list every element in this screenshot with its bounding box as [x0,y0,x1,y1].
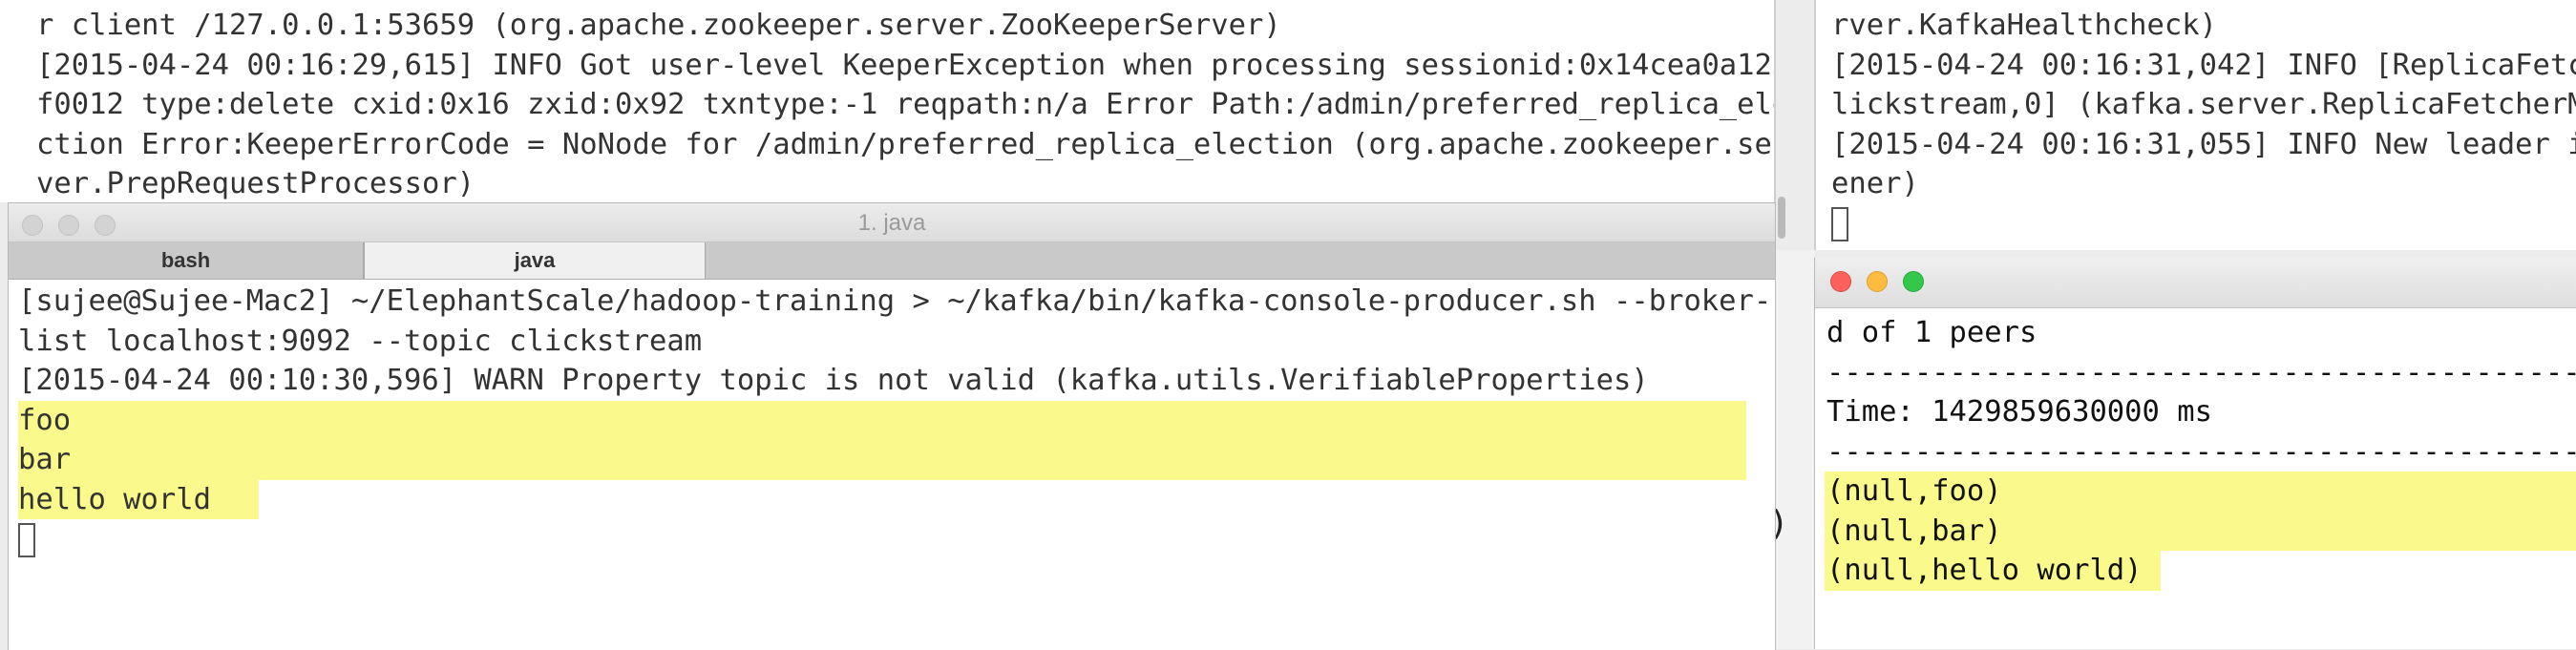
prompt-line [18,519,1771,559]
terminal-output: r client /127.0.0.1:53659 (org.apache.zo… [36,6,1776,202]
terminal-output: d of 1 peers ----------------------------… [1826,313,2576,649]
log-line: ver.PrepRequestProcessor) [36,167,475,200]
separator-line: ----------------------------------------… [1826,434,2576,469]
log-line: r client /127.0.0.1:53659 (org.apache.zo… [36,9,1281,42]
output-record: (null,bar) [1826,514,2002,548]
log-line: rver.KafkaHealthcheck) [1831,9,2217,42]
batch-time: Time: 1429859630000 ms [1826,395,2212,429]
log-line: [2015-04-24 00:16:31,042] INFO [ReplicaF… [1831,48,2576,82]
title-bar[interactable]: 1. java [9,203,1775,242]
command-line: [sujee@Sujee-Mac2] ~/ElephantScale/hadoo… [18,284,1772,318]
input-line: hello world [18,482,211,516]
log-line: [2015-04-24 00:16:31,055] INFO New leade… [1831,127,2576,161]
terminal-window-java[interactable]: 1. java bash java [sujee@Sujee-Mac2] ~/E… [8,202,1776,650]
terminal-body[interactable]: [sujee@Sujee-Mac2] ~/ElephantScale/hadoo… [9,280,1775,650]
title-bar[interactable] [1815,258,2576,308]
terminal-output: [sujee@Sujee-Mac2] ~/ElephantScale/hadoo… [18,282,1771,559]
zoom-button[interactable] [1903,271,1924,292]
terminal-output: rver.KafkaHealthcheck) [2015-04-24 00:16:… [1831,6,2576,243]
separator-line: ----------------------------------------… [1826,630,2576,649]
log-line: d of 1 peers [1826,316,2038,349]
terminal-top-left[interactable]: r client /127.0.0.1:53659 (org.apache.zo… [0,0,1776,202]
output-record: (null,foo) [1826,474,2002,508]
command-line: list localhost:9092 --topic clickstream [18,324,703,358]
terminal-window-output[interactable]: d of 1 peers ----------------------------… [1814,258,2576,649]
terminal-body[interactable]: d of 1 peers ----------------------------… [1815,307,2576,649]
window-gap [1774,250,1814,649]
input-line: foo [18,403,72,437]
log-line: ener) [1831,167,1919,200]
log-line: [2015-04-24 00:10:30,596] WARN Property … [18,364,1649,397]
close-button[interactable] [1830,271,1851,292]
prompt-line [1831,204,2576,244]
cursor [18,522,35,557]
cursor [1831,207,1848,241]
separator-line: ----------------------------------------… [1826,355,2576,389]
log-line: f0012 type:delete cxid:0x16 zxid:0x92 tx… [36,88,1776,121]
log-line: lickstream,0] (kafka.server.ReplicaFetch… [1831,88,2576,121]
scrollbar-thumb[interactable] [1778,197,1785,239]
window-title: 1. java [857,210,926,236]
minimize-button[interactable] [1867,271,1888,292]
tab-bar: bash java [9,242,1775,280]
log-line: ction Error:KeeperErrorCode = NoNode for… [36,127,1776,161]
log-line: [2015-04-24 00:16:29,615] INFO Got user-… [36,48,1776,82]
tab-bash[interactable]: bash [9,242,364,279]
input-line: bar [18,443,72,476]
tab-java[interactable]: java [364,242,706,279]
output-record: (null,hello world) [1826,554,2143,587]
terminal-top-right[interactable]: rver.KafkaHealthcheck) [2015-04-24 00:16:… [1814,0,2576,250]
